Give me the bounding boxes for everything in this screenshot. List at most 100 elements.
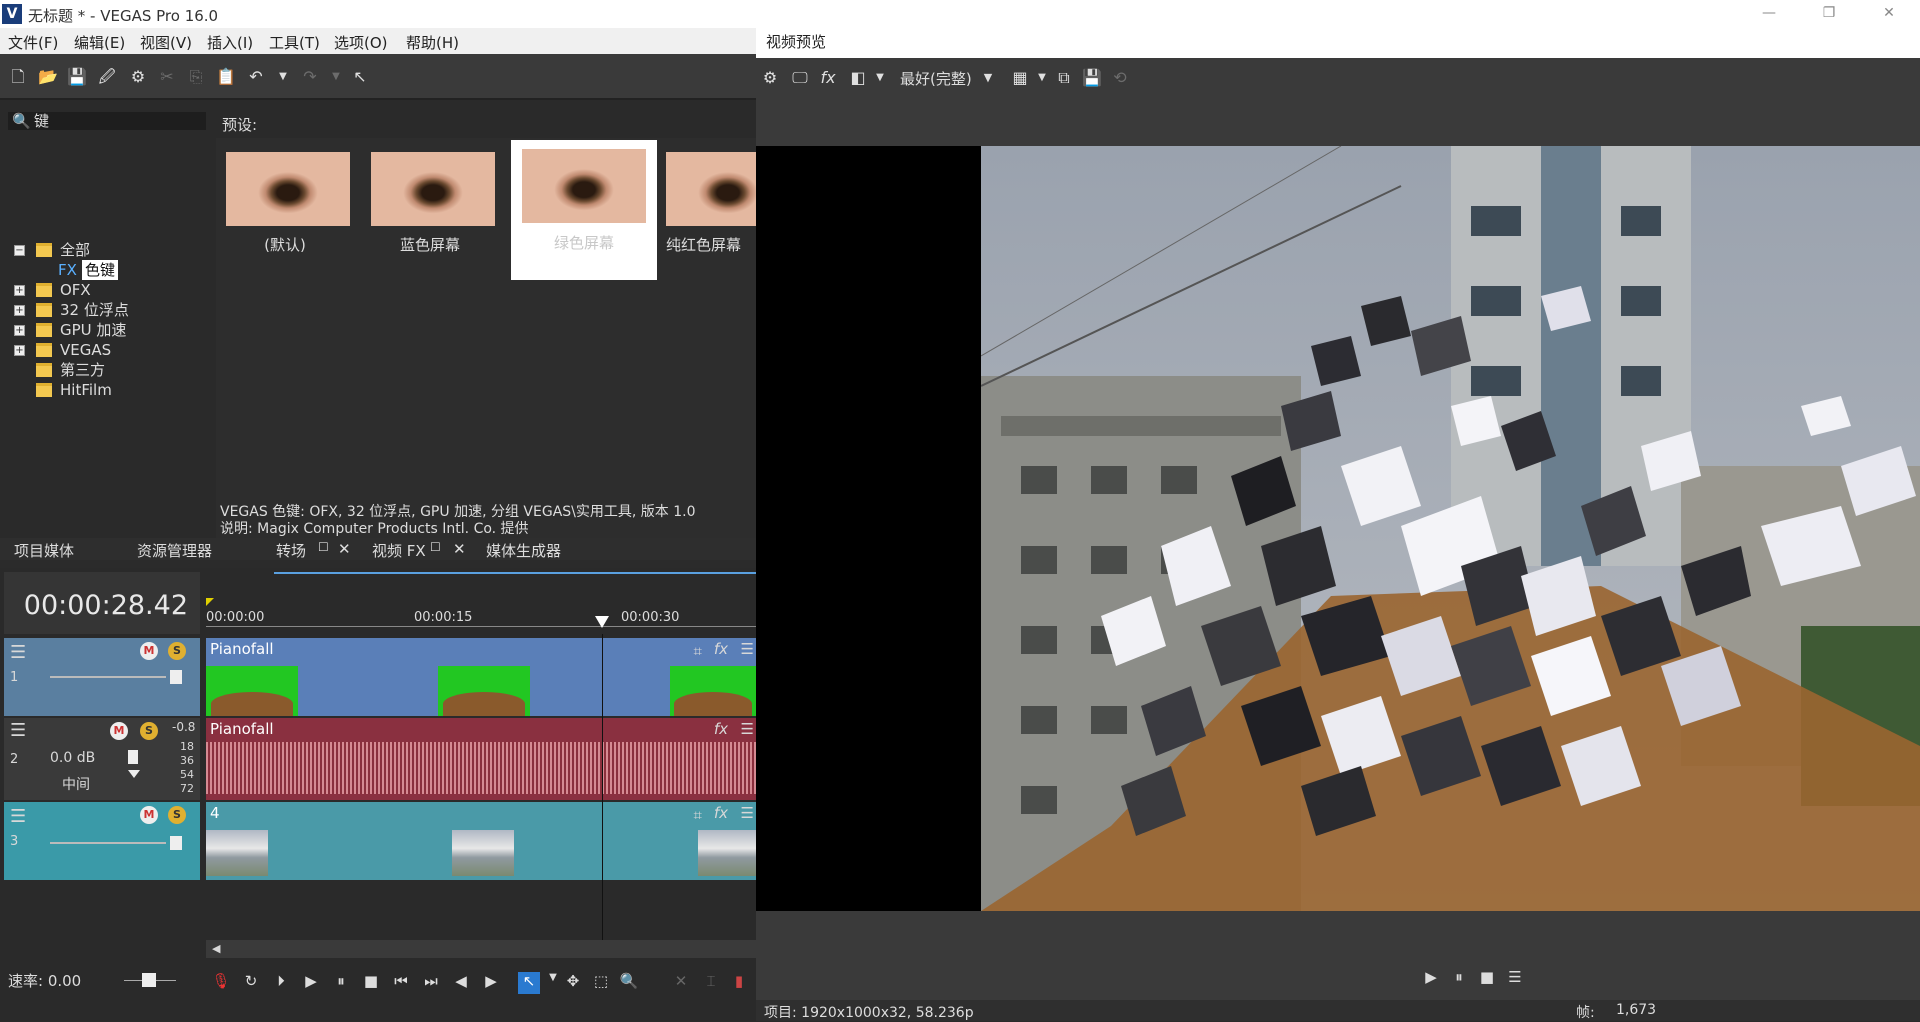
- tree-item-ofx[interactable]: OFX: [60, 280, 91, 300]
- track-menu-icon[interactable]: ☰: [10, 720, 26, 741]
- copy-icon[interactable]: ⎘: [186, 67, 206, 87]
- undo-dropdown-icon[interactable]: ▼: [273, 67, 293, 87]
- menu-edit[interactable]: 编辑(E): [74, 32, 125, 53]
- video-track-1-clip[interactable]: Pianofall ⌗ fx ☰: [206, 638, 756, 716]
- preset-green-screen[interactable]: 绿色屏幕: [511, 140, 657, 280]
- undo-icon[interactable]: ↶: [246, 67, 266, 87]
- delete-icon[interactable]: ✕: [670, 972, 692, 994]
- tab-explorer[interactable]: 资源管理器: [137, 540, 212, 561]
- copy-snapshot-icon[interactable]: ⧉: [1054, 68, 1074, 88]
- menu-help[interactable]: 帮助(H): [406, 32, 459, 53]
- selection-tool-icon[interactable]: ⬚: [590, 972, 612, 994]
- tab-media-generators[interactable]: 媒体生成器: [486, 540, 561, 561]
- split-icon[interactable]: ▮: [728, 972, 750, 994]
- undock-icon[interactable]: ☐: [430, 540, 441, 554]
- prev-frame-icon[interactable]: ◀: [450, 972, 472, 994]
- cut-icon[interactable]: ✂: [157, 67, 177, 87]
- new-file-icon[interactable]: 🗋: [8, 67, 28, 87]
- menu-file[interactable]: 文件(F): [8, 32, 58, 53]
- audio-track-2-clip[interactable]: Pianofall fx ☰: [206, 718, 756, 800]
- open-folder-icon[interactable]: 📂: [38, 67, 58, 87]
- save-icon[interactable]: 💾: [67, 67, 87, 87]
- split-dropdown-icon[interactable]: ▼: [870, 68, 890, 88]
- redo-icon[interactable]: ↷: [300, 67, 320, 87]
- pause-icon[interactable]: ⏸: [330, 972, 352, 994]
- whats-this-help-icon[interactable]: ↖: [350, 67, 370, 87]
- loop-region-bar[interactable]: [274, 572, 756, 574]
- render-icon[interactable]: 🖉: [97, 67, 117, 87]
- trim-icon[interactable]: ⌶: [700, 972, 722, 994]
- clip-menu-icon[interactable]: ☰: [741, 720, 754, 738]
- menu-options[interactable]: 选项(O): [334, 32, 388, 53]
- play-icon[interactable]: ▶: [1420, 968, 1442, 990]
- preset-red-screen[interactable]: 纯红色屏幕: [656, 142, 756, 284]
- track-header-1[interactable]: ☰ 1 M S: [4, 638, 200, 716]
- start-marker-icon[interactable]: [206, 598, 214, 606]
- tree-item-32bit[interactable]: 32 位浮点: [60, 300, 129, 320]
- expand-icon[interactable]: +: [14, 345, 25, 356]
- stop-icon[interactable]: ■: [1476, 968, 1498, 990]
- tree-item-all[interactable]: 全部: [60, 240, 90, 260]
- play-from-start-icon[interactable]: ⏵: [270, 972, 292, 994]
- gear-icon[interactable]: ⚙: [760, 68, 780, 88]
- horizontal-scrollbar[interactable]: ◀: [206, 940, 756, 958]
- fx-icon[interactable]: fx: [818, 68, 838, 88]
- pan-slider-thumb[interactable]: [128, 770, 140, 778]
- expand-icon[interactable]: +: [14, 285, 25, 296]
- scroll-left-icon[interactable]: ◀: [212, 942, 220, 955]
- gear-icon[interactable]: ⚙: [128, 67, 148, 87]
- clip-menu-icon[interactable]: ☰: [741, 640, 754, 658]
- loop-playback-icon[interactable]: ↻: [240, 972, 262, 994]
- clip-menu-icon[interactable]: ☰: [741, 804, 754, 822]
- track-header-2[interactable]: ☰ 2 M S -0.8 0.0 dB 中间 18 36 54 72: [4, 718, 200, 800]
- tree-item-hitfilm[interactable]: HitFilm: [60, 380, 112, 400]
- close-icon[interactable]: ✕: [453, 540, 466, 558]
- solo-icon[interactable]: S: [168, 806, 186, 824]
- opacity-slider[interactable]: [50, 842, 166, 844]
- preset-blue-screen[interactable]: 蓝色屏幕: [361, 142, 499, 284]
- fx-icon[interactable]: fx: [714, 640, 728, 658]
- video-track-3-clip[interactable]: 4 ⌗ fx ☰: [206, 802, 756, 880]
- solo-icon[interactable]: S: [168, 642, 186, 660]
- tab-video-fx[interactable]: 视频 FX: [372, 540, 426, 561]
- redo-dropdown-icon[interactable]: ▼: [326, 67, 346, 87]
- mute-icon[interactable]: M: [110, 722, 128, 740]
- chevron-down-icon[interactable]: ▼: [978, 68, 998, 88]
- crop-icon[interactable]: ⌗: [694, 806, 702, 824]
- stop-icon[interactable]: ■: [360, 972, 382, 994]
- save-snapshot-icon[interactable]: 💾: [1082, 68, 1102, 88]
- expand-icon[interactable]: +: [14, 325, 25, 336]
- mute-icon[interactable]: M: [140, 806, 158, 824]
- tree-item-gpu[interactable]: GPU 加速: [60, 320, 126, 340]
- tree-item-third-party[interactable]: 第三方: [60, 360, 105, 380]
- preview-quality-select[interactable]: 最好(完整): [900, 68, 972, 89]
- go-to-end-icon[interactable]: ⏭: [420, 972, 442, 994]
- close-icon[interactable]: ✕: [338, 540, 351, 558]
- rate-slider-thumb[interactable]: [142, 973, 156, 987]
- fx-icon[interactable]: fx: [714, 720, 728, 738]
- tree-item-chroma-key[interactable]: 色键: [82, 260, 119, 280]
- slider-thumb[interactable]: [170, 836, 182, 850]
- split-screen-icon[interactable]: ◧: [848, 68, 868, 88]
- undock-icon[interactable]: ☐: [318, 540, 329, 554]
- track-header-3[interactable]: ☰ 3 M S: [4, 802, 200, 880]
- zoom-tool-icon[interactable]: 🔍: [618, 972, 640, 994]
- volume-slider-thumb[interactable]: [128, 750, 138, 764]
- track-menu-icon[interactable]: ☰: [10, 806, 26, 827]
- tab-transitions[interactable]: 转场: [276, 540, 306, 561]
- mute-icon[interactable]: M: [140, 642, 158, 660]
- record-icon[interactable]: 🎙: [210, 972, 232, 994]
- search-input[interactable]: 键: [8, 112, 206, 130]
- minimize-button[interactable]: —: [1746, 0, 1792, 28]
- overlay-dropdown-icon[interactable]: ▼: [1032, 68, 1052, 88]
- menu-tools[interactable]: 工具(T): [269, 32, 320, 53]
- collapse-icon[interactable]: −: [14, 245, 25, 256]
- expand-icon[interactable]: +: [14, 305, 25, 316]
- crop-icon[interactable]: ⌗: [694, 642, 702, 660]
- tab-project-media[interactable]: 项目媒体: [14, 540, 74, 561]
- settings-dim-icon[interactable]: ⟲: [1110, 68, 1130, 88]
- close-button[interactable]: ✕: [1866, 0, 1912, 28]
- solo-icon[interactable]: S: [140, 722, 158, 740]
- slider-thumb[interactable]: [170, 670, 182, 684]
- opacity-slider[interactable]: [50, 676, 166, 678]
